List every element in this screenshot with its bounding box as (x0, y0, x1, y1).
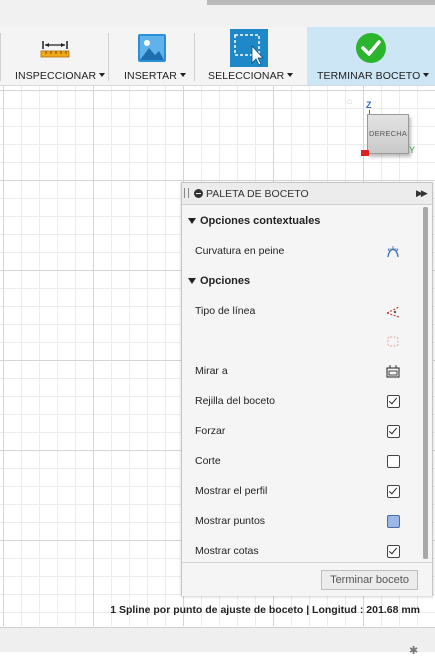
expand-arrows-icon[interactable]: ▶▶ (416, 188, 428, 199)
row-label: Forzar (195, 425, 226, 437)
row-label: Corte (195, 455, 221, 467)
toolbar-separator (0, 33, 1, 81)
row-curvature-comb: Curvatura en peine (182, 237, 422, 267)
look-at-icon[interactable] (386, 364, 400, 378)
view-cube[interactable]: ⌂ Z DERECHA Y (345, 96, 425, 168)
palette-title: PALETA DE BOCETO (206, 188, 309, 200)
chevron-down-icon (179, 73, 186, 77)
row-show-profile: Mostrar el perfil (182, 477, 422, 507)
curvature-comb-icon[interactable] (386, 244, 400, 258)
row-label: Tipo de línea (195, 305, 256, 317)
finish-sketch-palette-button[interactable]: Terminar boceto (321, 570, 418, 590)
snap-checkbox[interactable] (387, 425, 400, 438)
show-profile-checkbox[interactable] (387, 485, 400, 498)
select-label: SELECCIONAR (208, 70, 294, 82)
sketch-grid-checkbox[interactable] (387, 395, 400, 408)
measure-icon (40, 41, 70, 58)
toolbar: INSPECCIONAR INSERTAR SELECCIONAR TERMIN… (0, 27, 435, 86)
chevron-down-icon (423, 73, 430, 77)
checkmark-icon (356, 33, 386, 63)
inspect-label: INSPECCIONAR (15, 70, 106, 82)
row-sketch-grid: Rejilla del boceto (182, 387, 422, 417)
construction-line-icon[interactable] (386, 304, 400, 318)
triangle-down-icon (188, 218, 196, 224)
bottom-bar: ✱ (0, 627, 435, 657)
top-strip (0, 0, 435, 27)
finish-sketch-label: TERMINAR BOCETO (317, 70, 430, 82)
tab-strip-bar (207, 0, 435, 5)
row-show-points: Mostrar puntos (182, 507, 422, 537)
inspect-button[interactable]: INSPECCIONAR (10, 27, 106, 85)
sketch-palette: PALETA DE BOCETO ▶▶ Opciones contextuale… (181, 182, 433, 596)
chevron-down-icon (99, 73, 106, 77)
drag-handle-icon[interactable] (184, 188, 189, 198)
section-options[interactable]: Opciones (182, 270, 422, 294)
toolbar-separator (194, 33, 195, 81)
show-dimensions-checkbox[interactable] (387, 545, 400, 558)
axis-z-label: Z (366, 100, 372, 110)
axis-y-label: Y (409, 145, 416, 155)
section-contextual-options[interactable]: Opciones contextuales (182, 210, 422, 234)
centerline-icon[interactable] (386, 334, 400, 348)
row-label: Mostrar cotas (195, 545, 259, 557)
status-text: 1 Spline por punto de ajuste de boceto |… (110, 604, 420, 616)
collapse-icon[interactable] (194, 189, 203, 198)
row-snap: Forzar (182, 417, 422, 447)
row-slice: Corte (182, 447, 422, 477)
row-centerline (182, 327, 422, 357)
finish-sketch-button[interactable]: TERMINAR BOCETO (307, 27, 435, 85)
triangle-down-icon (188, 278, 196, 284)
row-line-type: Tipo de línea (182, 297, 422, 327)
chevron-down-icon (287, 73, 294, 77)
row-label: Mostrar puntos (195, 515, 266, 527)
select-icon (230, 29, 268, 67)
scrollbar-thumb[interactable] (423, 207, 428, 559)
image-icon (138, 34, 166, 62)
row-look-at: Mirar a (182, 357, 422, 387)
insert-label: INSERTAR (124, 70, 186, 82)
slice-checkbox[interactable] (387, 455, 400, 468)
row-label: Mirar a (195, 365, 228, 377)
palette-footer: Terminar boceto (182, 562, 432, 596)
row-label: Mostrar el perfil (195, 485, 268, 497)
select-button[interactable]: SELECCIONAR (200, 27, 300, 85)
palette-scrollbar[interactable] (423, 207, 428, 559)
row-label: Rejilla del boceto (195, 395, 275, 407)
home-icon[interactable]: ⌂ (347, 96, 352, 106)
insert-button[interactable]: INSERTAR (117, 27, 189, 85)
toolbar-separator (108, 33, 109, 81)
section-label: Opciones (200, 275, 251, 287)
row-label: Curvatura en peine (195, 245, 285, 257)
show-points-checkbox[interactable] (387, 515, 400, 528)
section-label: Opciones contextuales (200, 215, 321, 227)
axis-x-marker (361, 150, 369, 156)
view-cube-face[interactable]: DERECHA (367, 114, 409, 154)
palette-header[interactable]: PALETA DE BOCETO ▶▶ (182, 183, 432, 205)
